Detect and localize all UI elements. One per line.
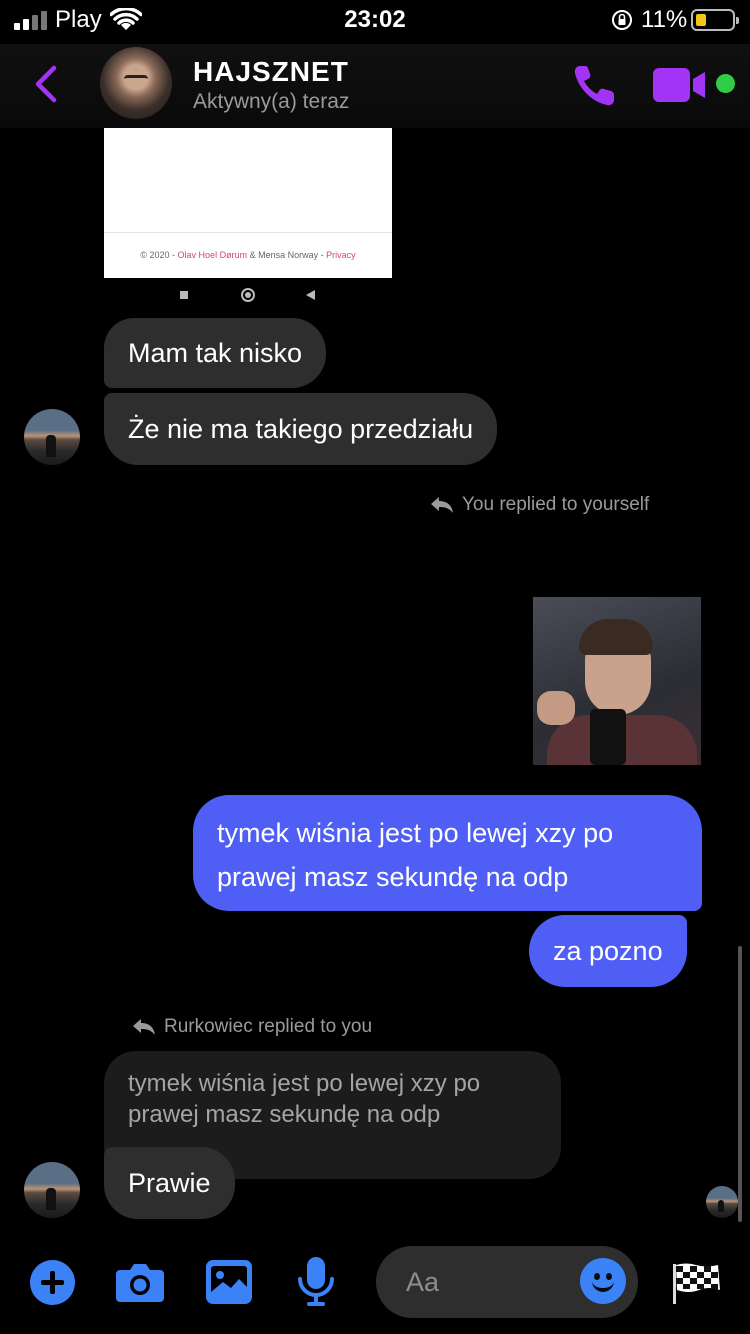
emoji-icon[interactable]	[580, 1258, 626, 1304]
screenshot-android-navbar	[175, 287, 325, 303]
outgoing-message[interactable]: tymek wiśnia jest po lewej xzy po prawej…	[193, 795, 702, 911]
outgoing-message[interactable]: za pozno	[529, 915, 687, 987]
reply-arrow-icon	[133, 1019, 155, 1035]
recents-icon	[180, 291, 188, 299]
clock: 23:02	[344, 6, 406, 33]
incoming-message[interactable]: Że nie ma takiego przedziału	[104, 393, 498, 465]
conversation-header: HAJSZNET Aktywny(a) teraz	[0, 44, 750, 128]
battery-percent: 11%	[641, 6, 688, 33]
status-bar: Play 23:02 11%	[0, 0, 750, 44]
screenshot-footer: © 2020 - Olav Hoel Dørum & Mensa Norway …	[140, 250, 356, 260]
checkered-flag-icon[interactable]	[672, 1262, 722, 1304]
back-triangle-icon	[306, 290, 315, 300]
sent-photo[interactable]	[533, 597, 701, 765]
battery-level	[696, 14, 706, 26]
read-receipt-avatar	[706, 1186, 738, 1218]
phone-icon[interactable]	[570, 62, 618, 110]
shared-screenshot-image[interactable]: © 2020 - Olav Hoel Dørum & Mensa Norway …	[104, 128, 392, 278]
reply-indicator: Rurkowiec replied to you	[132, 1016, 372, 1038]
video-camera-icon[interactable]	[653, 66, 709, 104]
online-indicator	[716, 74, 735, 93]
scrollbar[interactable]	[738, 946, 742, 1222]
contact-status: Aktywny(a) teraz	[193, 90, 350, 113]
incoming-message[interactable]: Prawie	[104, 1147, 235, 1219]
microphone-icon[interactable]	[297, 1257, 335, 1307]
gallery-icon[interactable]	[206, 1260, 252, 1304]
home-icon	[241, 288, 255, 302]
sender-avatar[interactable]	[24, 1162, 80, 1218]
sender-avatar[interactable]	[24, 409, 80, 465]
battery-icon	[691, 9, 739, 31]
incoming-message[interactable]: Mam tak nisko	[104, 318, 327, 388]
camera-icon[interactable]	[116, 1262, 164, 1302]
contact-name[interactable]: HAJSZNET	[193, 56, 349, 88]
plus-icon[interactable]	[30, 1260, 75, 1305]
contact-avatar[interactable]	[100, 47, 172, 119]
reply-arrow-icon	[431, 497, 453, 513]
rotation-lock-icon	[612, 10, 632, 30]
back-chevron-icon[interactable]	[30, 64, 64, 104]
composer-bar	[0, 1240, 750, 1334]
reply-indicator: You replied to yourself	[430, 494, 649, 516]
